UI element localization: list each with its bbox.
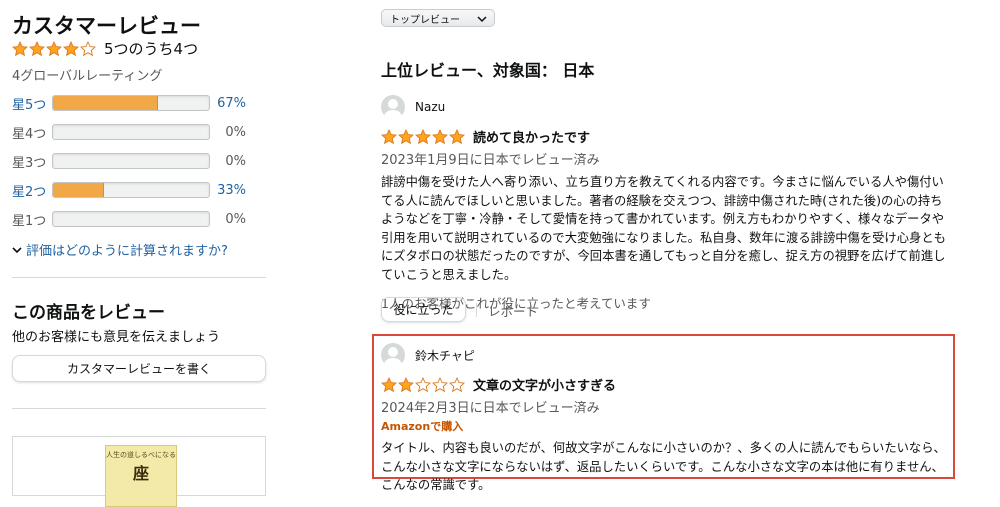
helpful-count: 1人のお客様がこれが役に立ったと考えています [381, 296, 651, 311]
star-filled-icon [381, 376, 397, 392]
review-stars [381, 128, 465, 145]
histogram-percent[interactable]: 0% [210, 154, 246, 169]
histogram-row[interactable]: 星4つ 0% [12, 123, 252, 142]
chevron-down-icon [477, 16, 487, 23]
how-calculated-label[interactable]: 評価はどのように計算されますか? [26, 240, 228, 259]
divider [12, 277, 266, 278]
histogram-bar[interactable] [52, 182, 210, 198]
histogram-percent[interactable]: 0% [210, 212, 246, 227]
review-title[interactable]: 文章の文字が小さすぎる [473, 375, 616, 394]
reviewer-name[interactable]: 鈴木チャピ [415, 349, 475, 363]
review-stars [381, 376, 465, 393]
review-date: 2024年2月3日に日本でレビュー済み [381, 401, 600, 416]
book-cover-title: 座 [132, 464, 149, 483]
histogram-label[interactable]: 星1つ [12, 210, 52, 229]
sort-dropdown[interactable]: トップレビュー [381, 9, 495, 27]
reviews-title: カスタマーレビュー [12, 14, 201, 38]
overall-rating[interactable]: 5つのうち4つ [12, 38, 198, 59]
book-cover-subtitle: 人生の道しるべになる [106, 451, 176, 459]
sponsored-product-card[interactable]: 人生の道しるべになる 座 [12, 436, 266, 507]
verified-purchase-badge: Amazonで購入 [381, 420, 464, 433]
star-empty-icon [449, 376, 465, 392]
histogram-percent[interactable]: 0% [210, 125, 246, 140]
star-filled-icon [381, 128, 397, 144]
reviewer-profile[interactable]: 鈴木チャピ [381, 343, 951, 367]
histogram-row[interactable]: 星3つ 0% [12, 152, 252, 171]
review-card: 鈴木チャピ 文章の文字が小さすぎる 2024年2月3日に日本でレビュー済み Am… [381, 343, 951, 495]
histogram-label[interactable]: 星2つ [12, 181, 52, 200]
avatar-icon [381, 95, 405, 119]
reviewer-profile[interactable]: Nazu [381, 95, 951, 119]
star-empty-icon [80, 40, 96, 56]
star-empty-icon [432, 376, 448, 392]
write-review-subtext: 他のお客様にも意見を伝えましょう [12, 330, 221, 345]
reviewer-name[interactable]: Nazu [415, 100, 445, 114]
book-cover-image[interactable]: 人生の道しるべになる 座 [105, 445, 177, 507]
chevron-down-icon [12, 246, 22, 253]
histogram-label[interactable]: 星3つ [12, 152, 52, 171]
avatar-icon [381, 343, 405, 367]
star-filled-icon [449, 128, 465, 144]
histogram-row[interactable]: 星1つ 0% [12, 210, 252, 229]
review-body: タイトル、内容も良いのだが、何故文字がこんなに小さいのか？、多くの人に読んでもら… [381, 441, 946, 492]
histogram-label[interactable]: 星5つ [12, 94, 52, 113]
divider [476, 303, 477, 317]
histogram-bar[interactable] [52, 211, 210, 227]
histogram-bar[interactable] [52, 95, 210, 111]
global-rating-count: 4グローバルレーティング [12, 69, 163, 84]
star-filled-icon [63, 40, 79, 56]
star-empty-icon [415, 376, 431, 392]
histogram-percent[interactable]: 67% [210, 96, 246, 111]
review-title[interactable]: 読めて良かったです [473, 127, 590, 146]
star-filled-icon [398, 128, 414, 144]
overall-rating-text: 5つのうち4つ [104, 40, 199, 58]
write-review-button[interactable]: カスタマーレビューを書く [12, 355, 266, 382]
write-review-heading: この商品をレビュー [12, 303, 165, 323]
star-filled-icon [46, 40, 62, 56]
histogram-row[interactable]: 星2つ 33% [12, 181, 252, 200]
review-card: Nazu 読めて良かったです 2023年1月9日に日本でレビュー済み 誹謗中傷を… [381, 95, 951, 312]
histogram-bar-fill [53, 96, 158, 110]
overall-stars [12, 40, 96, 57]
star-filled-icon [432, 128, 448, 144]
sort-selected-label: トップレビュー [390, 14, 460, 26]
star-filled-icon [12, 40, 28, 56]
how-calculated-link[interactable]: 評価はどのように計算されますか? [12, 240, 228, 259]
histogram-label[interactable]: 星4つ [12, 123, 52, 142]
star-filled-icon [29, 40, 45, 56]
report-link[interactable]: レポート [488, 301, 538, 320]
star-filled-icon [398, 376, 414, 392]
helpful-button[interactable]: 役に立った [381, 297, 466, 322]
histogram-percent[interactable]: 33% [210, 183, 246, 198]
review-body: 誹謗中傷を受けた人へ寄り添い、立ち直り方を教えてくれる内容です。今まさに悩んでい… [381, 175, 946, 282]
top-reviews-heading: 上位レビュー、対象国： 日本 [381, 61, 595, 80]
star-filled-icon [415, 128, 431, 144]
review-date: 2023年1月9日に日本でレビュー済み [381, 153, 600, 168]
histogram-bar[interactable] [52, 124, 210, 140]
histogram-row[interactable]: 星5つ 67% [12, 94, 252, 113]
histogram-bar[interactable] [52, 153, 210, 169]
divider [12, 408, 266, 409]
histogram-bar-fill [53, 183, 105, 197]
